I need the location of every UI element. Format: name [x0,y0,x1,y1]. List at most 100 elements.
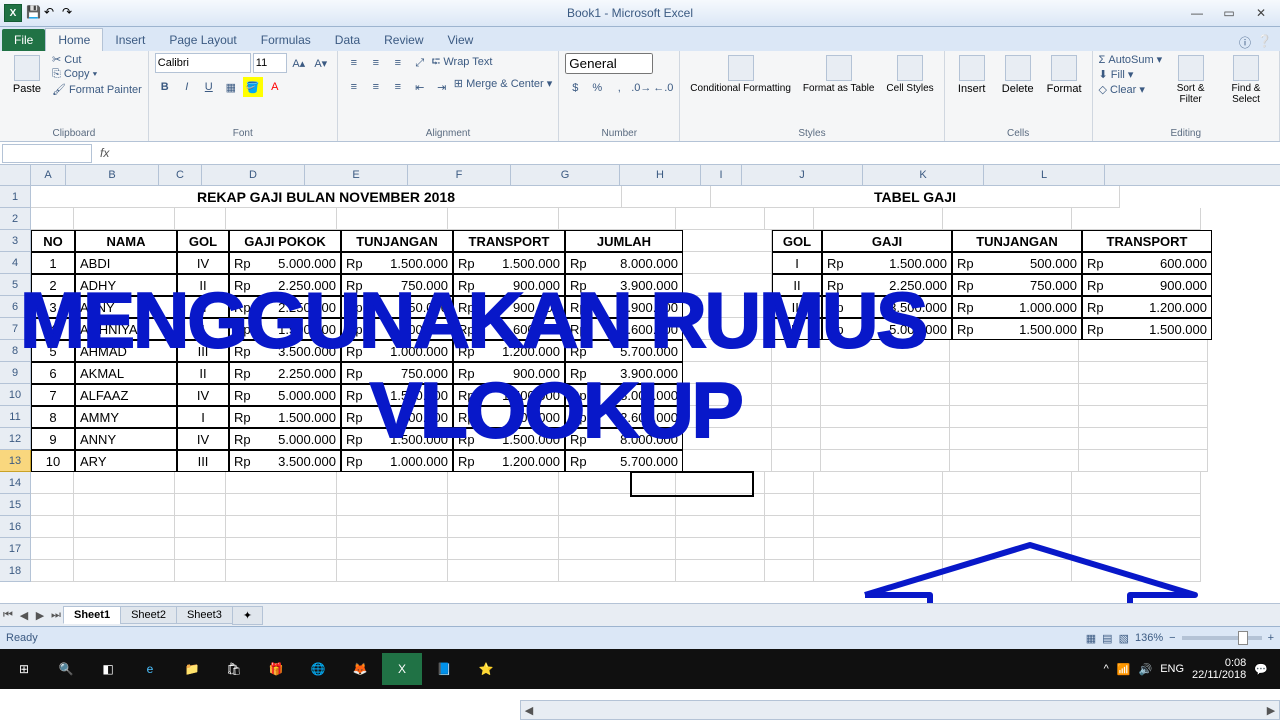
row-header[interactable]: 7 [0,318,31,340]
cell[interactable]: Rp3.900.000 [565,274,683,296]
cell[interactable]: Rp900.000 [1082,274,1212,296]
cell[interactable]: Rp1.200.000 [453,450,565,472]
cell[interactable] [814,494,943,516]
cell[interactable] [943,494,1072,516]
zoom-slider[interactable] [1182,636,1262,640]
cell[interactable] [772,450,821,472]
cell[interactable] [821,384,950,406]
cell[interactable] [31,494,74,516]
find-select-button[interactable]: Find & Select [1219,53,1273,107]
row-header[interactable]: 12 [0,428,31,450]
col-header-G[interactable]: G [511,165,620,185]
currency-button[interactable]: $ [565,78,585,98]
cell[interactable] [950,450,1079,472]
cell[interactable]: IV [177,252,229,274]
italic-button[interactable]: I [177,77,197,97]
align-top-button[interactable]: ≡ [344,53,364,73]
cell[interactable]: 8 [31,406,75,428]
cell[interactable] [950,428,1079,450]
row-header[interactable]: 8 [0,340,31,362]
view-normal-icon[interactable]: ▦ [1086,632,1096,645]
chrome-icon[interactable]: 🌐 [298,653,338,685]
cell[interactable]: III [177,450,229,472]
cell[interactable] [559,538,676,560]
cell[interactable] [337,538,448,560]
row-header[interactable]: 16 [0,516,31,538]
tray-notification-icon[interactable]: 💬 [1254,663,1268,676]
cell[interactable]: AHMAD [75,340,177,362]
cell[interactable] [74,494,175,516]
cell[interactable] [943,208,1072,230]
cell[interactable]: Rp1.500.000 [822,252,952,274]
cell[interactable] [1079,340,1208,362]
cell[interactable] [31,472,74,494]
cell[interactable]: Rp5.000.000 [229,428,341,450]
cell[interactable] [772,406,821,428]
cell[interactable]: Rp750.000 [341,274,453,296]
cell[interactable]: Rp5.000.000 [822,318,952,340]
cell[interactable]: TRANSPORT [453,230,565,252]
sheet-nav-last[interactable]: ⏭ [48,609,64,622]
cell[interactable] [337,560,448,582]
cell[interactable] [1079,406,1208,428]
cell[interactable]: II [177,362,229,384]
col-header-B[interactable]: B [66,165,159,185]
cell[interactable]: AMMY [75,406,177,428]
cell[interactable]: Rp5.000.000 [229,252,341,274]
row-header[interactable]: 6 [0,296,31,318]
fx-icon[interactable]: fx [94,146,115,160]
cell[interactable]: II [177,274,229,296]
cell[interactable] [676,208,765,230]
view-layout-icon[interactable]: ▤ [1102,632,1112,645]
cut-button[interactable]: ✂ Cut [52,53,142,66]
cell[interactable] [559,494,676,516]
cell[interactable]: ALFAAZ [75,384,177,406]
cell[interactable]: Rp900.000 [453,274,565,296]
cell[interactable]: Rp1.000.000 [341,340,453,362]
store-icon[interactable]: 🛍 [214,653,254,685]
col-header-F[interactable]: F [408,165,511,185]
cell[interactable]: GOL [177,230,229,252]
cell[interactable] [765,538,814,560]
sheet-nav-first[interactable]: ⏮ [0,609,16,622]
tab-formulas[interactable]: Formulas [249,29,323,51]
cell[interactable] [337,516,448,538]
cell[interactable] [676,472,765,494]
row-header[interactable]: 14 [0,472,31,494]
cell[interactable] [1079,450,1208,472]
cell[interactable] [226,538,337,560]
cell[interactable]: I [177,406,229,428]
cell[interactable] [683,252,772,274]
cell[interactable] [31,538,74,560]
align-right-button[interactable]: ≡ [388,77,408,97]
cell[interactable]: GAJI POKOK [229,230,341,252]
underline-button[interactable]: U [199,77,219,97]
cell[interactable] [676,538,765,560]
cell[interactable] [814,472,943,494]
worksheet[interactable]: ABCDEFGHIJKL 1REKAP GAJI BULAN NOVEMBER … [0,165,1280,603]
paste-button[interactable]: Paste [6,53,48,97]
cell[interactable]: REKAP GAJI BULAN NOVEMBER 2018 [31,186,622,208]
cell[interactable] [337,208,448,230]
cell[interactable]: Rp900.000 [453,296,565,318]
cell[interactable] [31,208,74,230]
cell[interactable] [821,362,950,384]
help-icon[interactable]: ❔ [1257,34,1272,51]
font-color-button[interactable]: A [265,77,285,97]
cell[interactable]: TRANSPORT [1082,230,1212,252]
cell[interactable] [821,406,950,428]
cell[interactable] [683,362,772,384]
cell[interactable]: Rp5.700.000 [565,450,683,472]
cell[interactable] [943,516,1072,538]
format-as-table-button[interactable]: Format as Table [799,53,879,96]
insert-cells-button[interactable]: Insert [951,53,993,97]
app-icon-1[interactable]: 🎁 [256,653,296,685]
horizontal-scrollbar[interactable]: ◀▶ [520,700,1280,720]
cell[interactable]: 7 [31,384,75,406]
row-header[interactable]: 18 [0,560,31,582]
cell[interactable] [448,494,559,516]
cell[interactable]: 3 [31,296,75,318]
cell[interactable]: Rp1.500.000 [229,318,341,340]
bold-button[interactable]: B [155,77,175,97]
tab-home[interactable]: Home [45,28,103,51]
